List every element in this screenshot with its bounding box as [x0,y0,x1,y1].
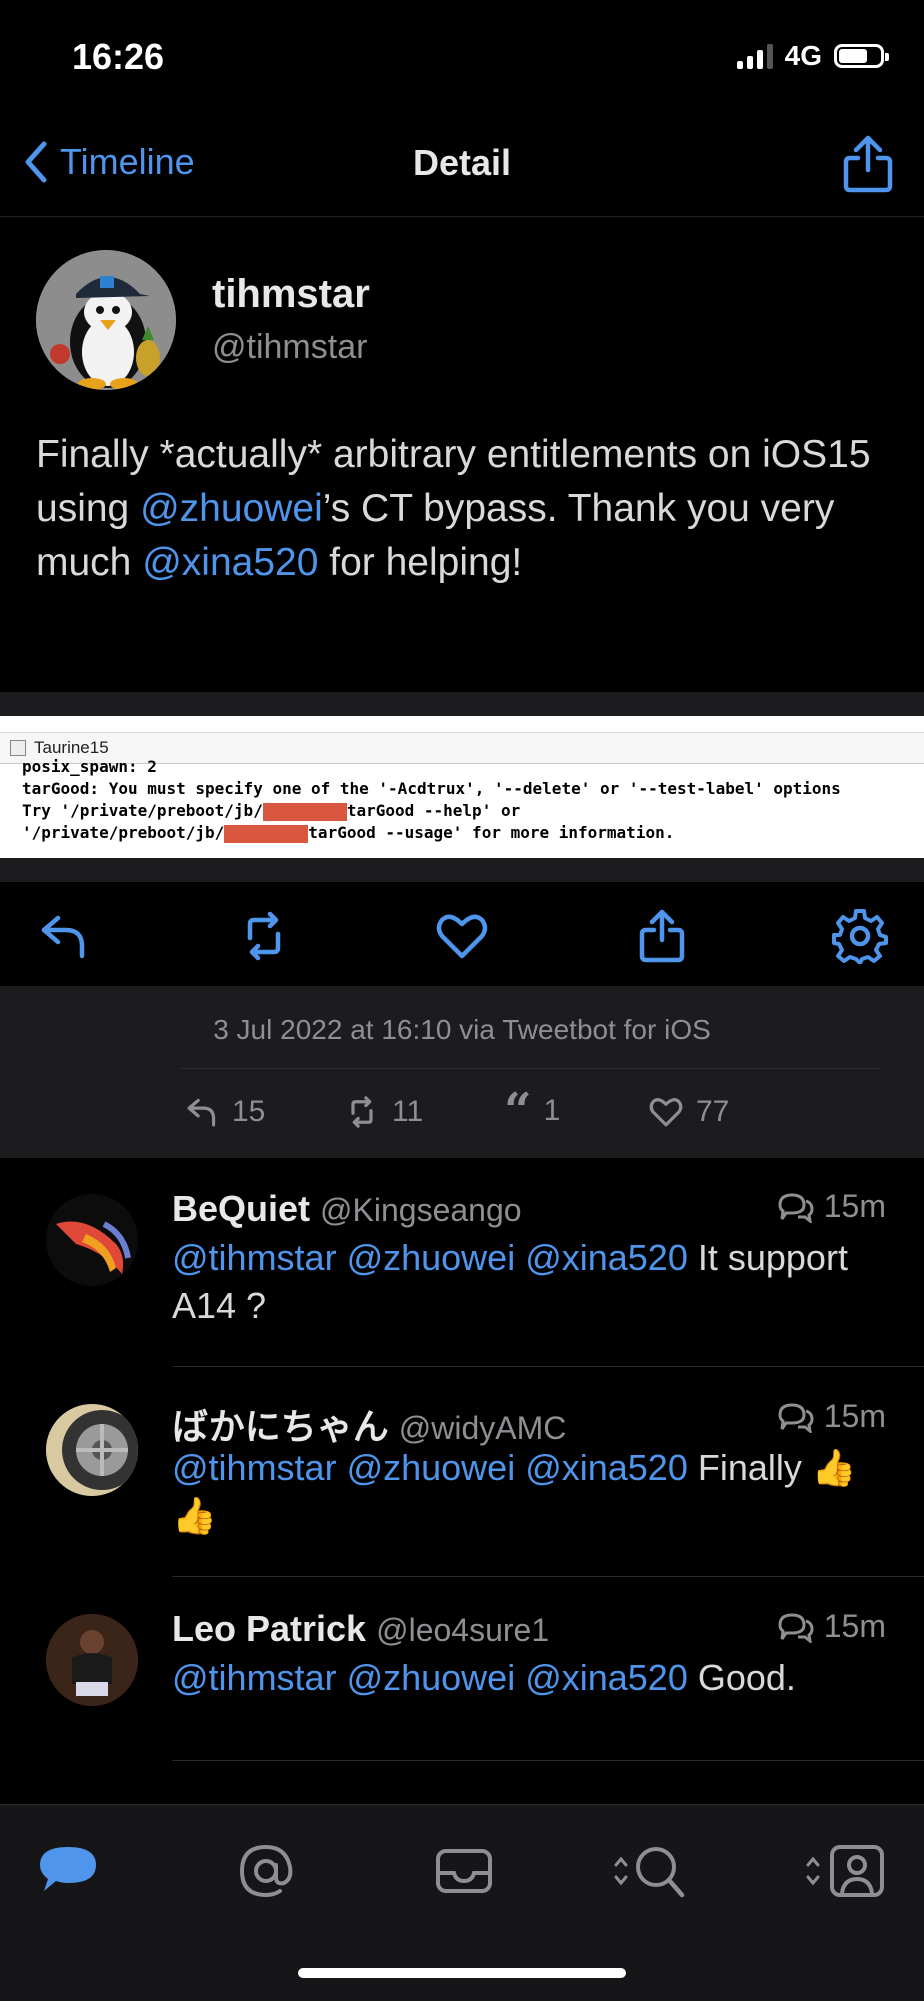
reply-item[interactable]: Leo Patrick @leo4sure1 15m @tihmstar @zh… [0,1578,924,1788]
reply-time: 15m [776,1608,886,1645]
reply-count[interactable]: 15 [184,1094,265,1130]
mention-link[interactable]: @zhuowei [140,487,323,530]
quote-count[interactable]: “ 1 [504,1083,560,1139]
reply-icon [187,1098,216,1127]
like-button[interactable] [434,908,490,964]
reply-text: @tihmstar @zhuowei @xina520 It support A… [172,1237,848,1326]
reply-author[interactable]: Leo Patrick @leo4sure1 [172,1608,549,1650]
heart-icon [649,1098,683,1127]
tab-mentions[interactable] [230,1835,302,1907]
tweet-media-image[interactable]: Taurine15 posix_spawn: 2 tarGood: You mu… [0,716,924,858]
divider [172,1576,924,1577]
tweet-date: 3 Jul 2022 at 16:10 via Tweetbot for iOS [213,1014,711,1045]
window-icon [10,740,26,756]
share-tweet-button[interactable] [634,908,690,964]
signal-icon [736,43,773,69]
battery-icon [834,44,889,68]
tweet-text: Finally *actually* arbitrary entitlement… [36,428,896,590]
share-icon [639,909,685,963]
redaction-mark [224,824,309,843]
tab-messages[interactable] [428,1835,500,1907]
speech-bubble-icon [40,1847,96,1891]
navigation-bar: Timeline Detail [0,130,924,217]
quote-icon: “ [504,1083,532,1139]
reply-icon [41,915,85,959]
reply-author[interactable]: ばかにちゃん @widyAMC [172,1398,566,1450]
retweet-icon [247,911,281,961]
divider [180,1068,880,1069]
tweet-actions-toolbar [0,882,924,986]
retweet-count[interactable]: 11 [344,1094,423,1130]
avatar[interactable] [46,1404,138,1496]
window-title: Taurine15 [34,738,109,757]
display-name[interactable]: tihmstar [212,272,370,317]
terminal-output: posix_spawn: 2 tarGood: You must specify… [22,757,841,843]
heart-icon [436,914,488,959]
divider [172,1760,924,1761]
tab-search[interactable] [612,1835,700,1907]
media-separator [0,692,924,716]
retweet-icon [351,1096,373,1128]
tweet-meta-panel: 3 Jul 2022 at 16:10 via Tweetbot for iOS… [0,986,924,1158]
tab-timeline[interactable] [32,1835,104,1907]
envelope-icon [436,1849,492,1893]
home-indicator[interactable] [298,1968,626,1978]
avatar[interactable] [36,250,176,390]
reply-item[interactable]: BeQuiet @Kingseango 15m @tihmstar @zhuow… [0,1158,924,1368]
profile-icon [806,1845,884,1897]
tab-profile[interactable] [804,1835,892,1907]
conversation-icon [778,1192,814,1223]
status-time: 16:26 [72,36,165,77]
conversation-icon [778,1402,814,1433]
conversation-icon [778,1612,814,1643]
mention-link[interactable]: @tihmstar @zhuowei @xina520 [172,1237,688,1278]
reply-avatar-image [46,1194,138,1286]
user-handle: @tihmstar [212,328,368,366]
page-title: Detail [412,142,512,183]
mention-link[interactable]: @tihmstar @zhuowei @xina520 [172,1657,688,1698]
mention-link[interactable]: @xina520 [142,541,318,584]
reply-text: @tihmstar @zhuowei @xina520 Finally 👍👍 [172,1447,857,1536]
gear-icon [832,909,888,965]
reply-text: @tihmstar @zhuowei @xina520 Good. [172,1657,796,1698]
avatar[interactable] [46,1194,138,1286]
divider [172,1366,924,1367]
reply-avatar-image [46,1404,138,1496]
retweet-button[interactable] [236,908,292,964]
search-icon [614,1847,685,1898]
status-indicators: 4G [736,40,889,72]
network-type: 4G [784,40,822,71]
share-icon [843,135,893,193]
penguin-avatar-image [36,250,176,390]
reply-item[interactable]: ばかにちゃん @widyAMC 15m @tihmstar @zhuowei @… [0,1368,924,1578]
reply-time: 15m [776,1188,886,1225]
tweet-text-part: for helping! [318,541,523,584]
redaction-mark [262,802,347,821]
like-count[interactable]: 77 [648,1094,729,1130]
reply-button[interactable] [36,908,92,964]
media-separator [0,858,924,882]
reply-author[interactable]: BeQuiet @Kingseango [172,1188,522,1230]
mention-link[interactable]: @tihmstar @zhuowei @xina520 [172,1447,688,1488]
share-button[interactable] [838,132,898,201]
at-sign-icon [239,1844,293,1898]
reply-avatar-image [46,1614,138,1706]
reply-time: 15m [776,1398,886,1435]
avatar[interactable] [46,1614,138,1706]
settings-button[interactable] [832,908,888,965]
